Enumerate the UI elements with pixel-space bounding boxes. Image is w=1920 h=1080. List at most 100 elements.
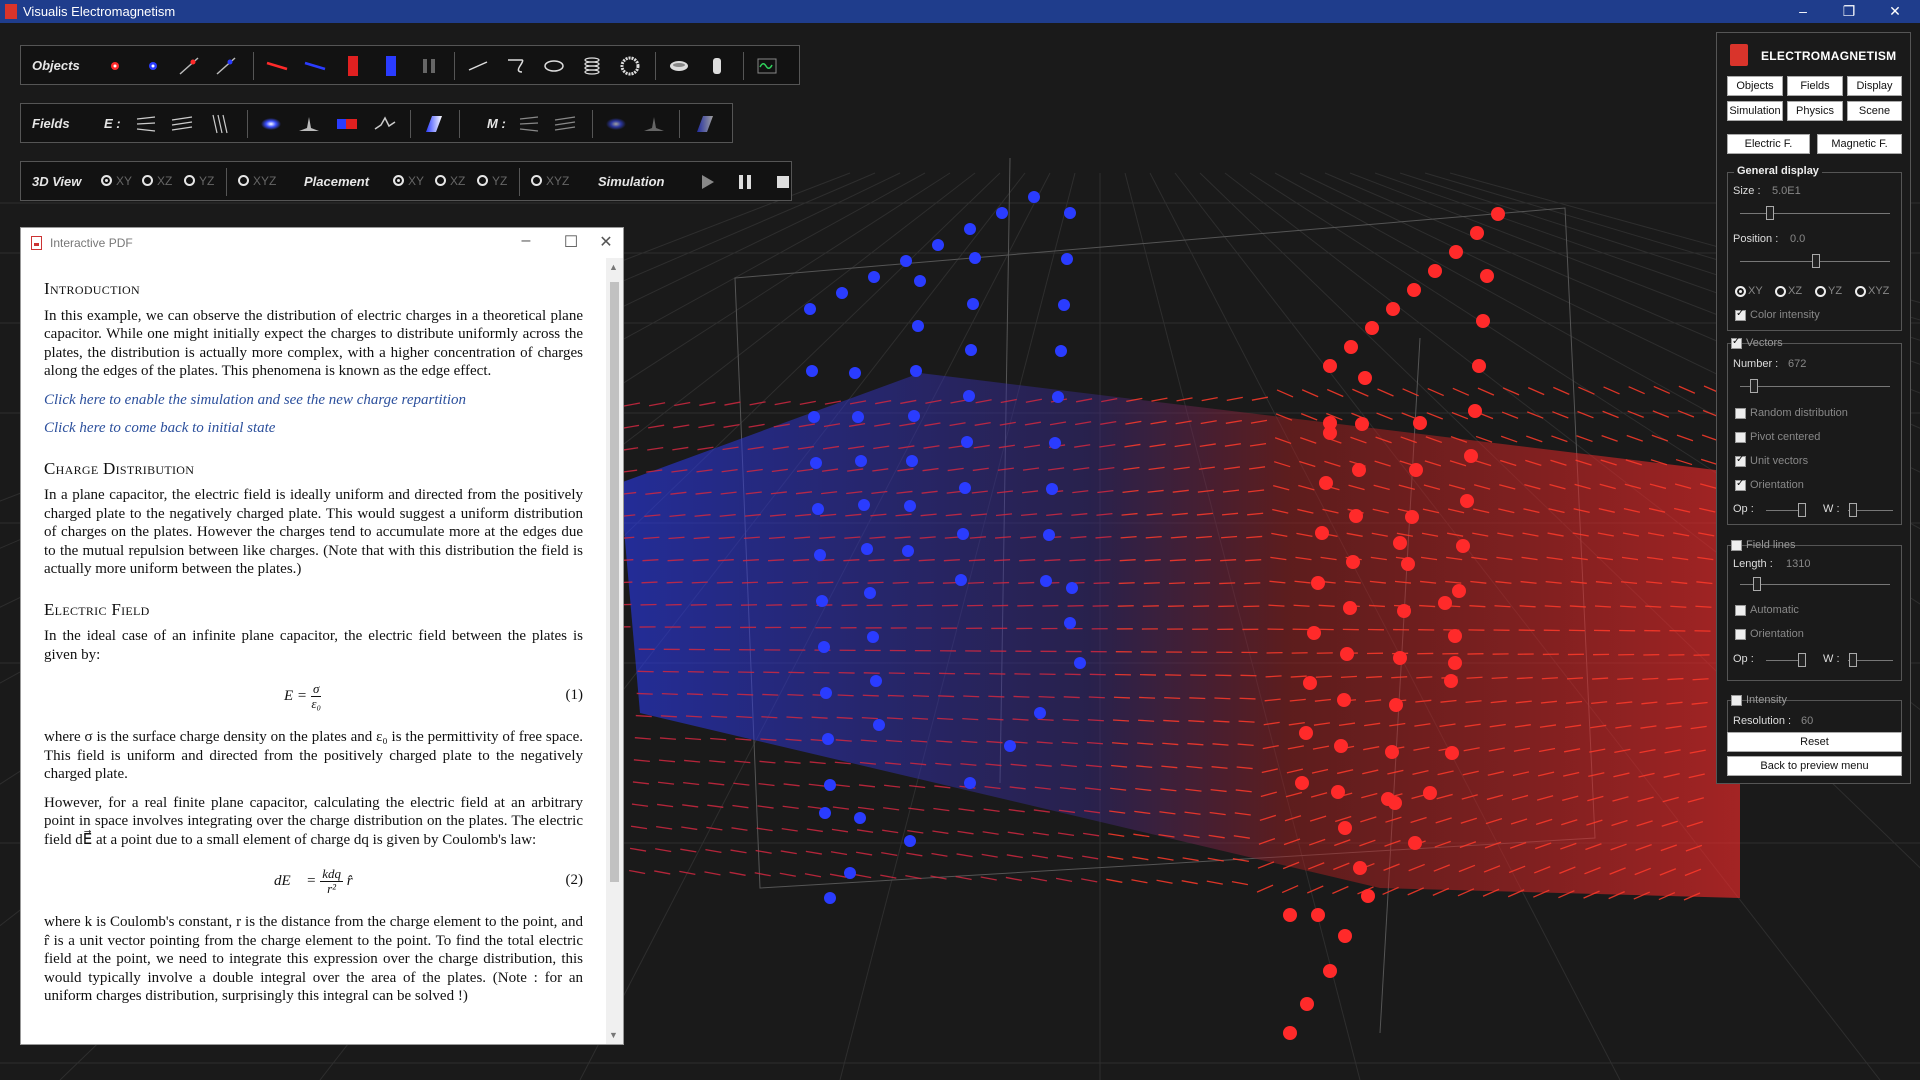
pdf-scrollbar[interactable]: ▲ ▼ <box>606 258 623 1044</box>
straight-wire-icon[interactable] <box>466 54 490 78</box>
field-vector <box>1181 880 1198 885</box>
plane-xy-radio[interactable] <box>1735 286 1746 297</box>
tab-electric-field[interactable]: Electric F. <box>1727 134 1810 154</box>
plane-yz-radio[interactable] <box>1815 286 1826 297</box>
electric-intensity-icon[interactable] <box>259 112 283 136</box>
enable-simulation-link[interactable]: Click here to enable the simulation and … <box>44 391 583 410</box>
field-width-handle[interactable] <box>1849 653 1857 667</box>
placement-xy-radio[interactable] <box>393 175 404 186</box>
magnetic-potential-icon[interactable] <box>642 112 666 136</box>
length-slider-handle[interactable] <box>1753 577 1761 591</box>
tab-simulation[interactable]: Simulation <box>1727 101 1783 121</box>
negative-charge-icon[interactable] <box>141 54 165 78</box>
number-slider[interactable] <box>1740 386 1890 387</box>
magnetic-gradient-icon[interactable] <box>693 112 717 136</box>
placement-yz-radio[interactable] <box>477 175 488 186</box>
size-slider-handle[interactable] <box>1766 206 1774 220</box>
negative-plate-icon[interactable] <box>379 54 403 78</box>
pdf-content[interactable]: Introduction In this example, we can obs… <box>21 258 605 1044</box>
electric-surface-icon[interactable] <box>373 112 397 136</box>
positive-wire-icon[interactable] <box>265 54 289 78</box>
view-xyz-radio[interactable] <box>238 175 249 186</box>
size-slider[interactable] <box>1740 213 1890 214</box>
disc-magnet-icon[interactable] <box>667 54 691 78</box>
oscilloscope-icon[interactable] <box>755 54 779 78</box>
field-vector <box>767 581 784 584</box>
pdf-maximize-button[interactable]: ☐ <box>556 232 586 252</box>
magnetic-grid-vectors-icon[interactable] <box>553 112 577 136</box>
electric-vectors-icon[interactable] <box>134 112 158 136</box>
vector-opacity-handle[interactable] <box>1798 503 1806 517</box>
orientation-checkbox[interactable] <box>1735 478 1746 491</box>
cylinder-magnet-icon[interactable] <box>705 54 729 78</box>
play-icon[interactable] <box>695 170 719 194</box>
stop-icon[interactable] <box>771 170 795 194</box>
vectors-checkbox[interactable] <box>1731 336 1742 349</box>
tab-objects[interactable]: Objects <box>1727 76 1783 96</box>
panel-title: ELECTROMAGNETISM <box>1761 49 1897 63</box>
toroid-icon[interactable] <box>618 54 642 78</box>
color-intensity-checkbox[interactable] <box>1735 308 1746 321</box>
scroll-down-icon[interactable]: ▼ <box>609 1030 618 1040</box>
tab-physics[interactable]: Physics <box>1787 101 1843 121</box>
vector-width-handle[interactable] <box>1849 503 1857 517</box>
positive-plate-icon[interactable] <box>341 54 365 78</box>
field-orientation-checkbox[interactable] <box>1735 629 1746 640</box>
magnetic-vectors-icon[interactable] <box>517 112 541 136</box>
automatic-checkbox[interactable] <box>1735 605 1746 616</box>
positive-rod-icon[interactable] <box>177 54 201 78</box>
negative-wire-icon[interactable] <box>303 54 327 78</box>
number-slider-handle[interactable] <box>1750 379 1758 393</box>
field-vector <box>707 804 724 808</box>
bent-wire-icon[interactable] <box>504 54 528 78</box>
separator <box>226 168 227 196</box>
tab-fields[interactable]: Fields <box>1787 76 1843 96</box>
electric-map-icon[interactable] <box>335 112 359 136</box>
close-button[interactable]: ✕ <box>1875 1 1915 21</box>
pdf-minimize-button[interactable]: – <box>511 232 541 250</box>
random-distribution-checkbox[interactable] <box>1735 408 1746 419</box>
field-vector <box>858 784 876 788</box>
3d-view-label: 3D View <box>32 174 82 189</box>
minimize-button[interactable]: – <box>1783 1 1823 21</box>
scroll-up-icon[interactable]: ▲ <box>609 262 618 272</box>
solenoid-icon[interactable] <box>580 54 604 78</box>
unit-vectors-checkbox[interactable] <box>1735 454 1746 467</box>
field-vector <box>748 423 765 428</box>
position-slider-handle[interactable] <box>1812 254 1820 268</box>
placement-xyz-radio[interactable] <box>531 175 542 186</box>
tab-display[interactable]: Display <box>1847 76 1902 96</box>
plane-xz-radio[interactable] <box>1775 286 1786 297</box>
capacitor-icon[interactable] <box>417 54 441 78</box>
reset-button[interactable]: Reset <box>1727 732 1902 752</box>
field-vector <box>1106 878 1123 883</box>
pause-icon[interactable] <box>733 170 757 194</box>
magnetic-intensity-icon[interactable] <box>604 112 628 136</box>
electric-field-lines-icon[interactable] <box>208 112 232 136</box>
negative-rod-icon[interactable] <box>214 54 238 78</box>
electric-grid-vectors-icon[interactable] <box>170 112 194 136</box>
electric-gradient-icon[interactable] <box>422 112 446 136</box>
scroll-thumb[interactable] <box>610 282 619 882</box>
tab-magnetic-field[interactable]: Magnetic F. <box>1817 134 1902 154</box>
view-xz-radio[interactable] <box>142 175 153 186</box>
view-yz-radio[interactable] <box>184 175 195 186</box>
plane-xyz-radio[interactable] <box>1855 286 1866 297</box>
field-vector <box>1018 581 1035 584</box>
field-vector <box>666 581 683 584</box>
intensity-checkbox[interactable] <box>1731 695 1742 706</box>
placement-xz-radio[interactable] <box>435 175 446 186</box>
pdf-close-button[interactable]: ✕ <box>591 232 621 252</box>
back-to-preview-button[interactable]: Back to preview menu <box>1727 756 1902 776</box>
field-opacity-handle[interactable] <box>1798 653 1806 667</box>
positive-charge-icon[interactable] <box>103 54 127 78</box>
view-xy-radio[interactable] <box>101 175 112 186</box>
tab-scene[interactable]: Scene <box>1847 101 1902 121</box>
length-slider[interactable] <box>1740 584 1890 585</box>
reset-state-link[interactable]: Click here to come back to initial state <box>44 419 583 438</box>
loop-icon[interactable] <box>542 54 566 78</box>
field-lines-checkbox[interactable] <box>1731 540 1742 551</box>
restore-button[interactable]: ❐ <box>1829 1 1869 21</box>
pivot-centered-checkbox[interactable] <box>1735 432 1746 443</box>
electric-potential-icon[interactable] <box>297 112 321 136</box>
